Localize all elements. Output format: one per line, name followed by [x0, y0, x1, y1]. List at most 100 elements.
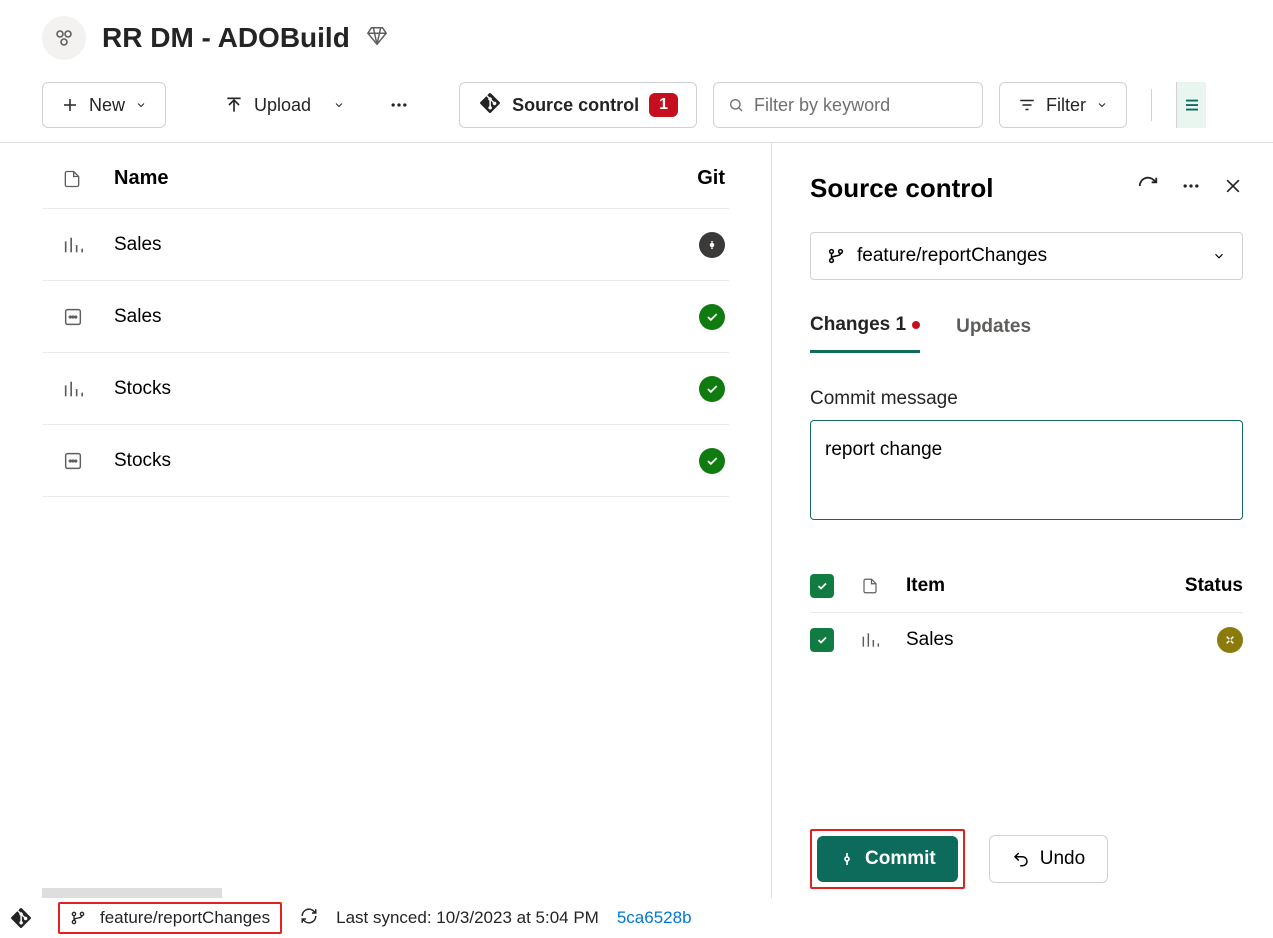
last-synced-text: Last synced: 10/3/2023 at 5:04 PM [336, 908, 599, 928]
grid-icon [42, 450, 114, 472]
filter-icon [1018, 96, 1036, 114]
panel-title: Source control [810, 173, 993, 204]
scrollbar[interactable] [42, 888, 222, 898]
change-row[interactable]: Sales [810, 613, 1243, 667]
new-button-label: New [89, 95, 125, 116]
item-column-header: Item [906, 575, 1151, 597]
source-control-badge: 1 [649, 93, 678, 117]
status-bar: feature/reportChanges Last synced: 10/3/… [0, 898, 1273, 938]
git-status-conflict-icon [699, 232, 725, 258]
chart-icon [42, 378, 114, 400]
change-status-modified-icon [1217, 627, 1243, 653]
item-name: Sales [114, 234, 669, 256]
column-git-header[interactable]: Git [669, 167, 729, 190]
column-name-header[interactable]: Name [114, 167, 669, 190]
statusbar-branch-highlight[interactable]: feature/reportChanges [58, 902, 282, 934]
changes-indicator-icon [912, 321, 920, 329]
list-row[interactable]: Stocks [42, 353, 729, 425]
commit-button-highlight: Commit [810, 829, 965, 889]
refresh-icon [1137, 175, 1159, 197]
chevron-down-icon [333, 99, 345, 111]
panel-more-button[interactable] [1181, 176, 1201, 201]
commit-hash-link[interactable]: 5ca6528b [617, 908, 692, 928]
panel-footer: Commit Undo [810, 829, 1243, 901]
chevron-down-icon [1096, 99, 1108, 111]
page-title: RR DM - ADOBuild [102, 22, 350, 54]
sync-icon[interactable] [300, 907, 318, 930]
refresh-button[interactable] [1137, 175, 1159, 202]
chevron-down-icon [1212, 249, 1226, 263]
tab-updates[interactable]: Updates [956, 314, 1031, 353]
branch-name: feature/reportChanges [857, 245, 1047, 267]
filter-button[interactable]: Filter [999, 82, 1127, 128]
more-button[interactable] [379, 82, 419, 128]
undo-icon [1012, 850, 1030, 868]
chart-icon [42, 234, 114, 256]
tab-changes[interactable]: Changes 1 [810, 314, 920, 353]
source-control-panel: Source control feature/reportChanges Cha… [771, 143, 1273, 921]
list-row[interactable]: Sales [42, 209, 729, 281]
select-all-checkbox[interactable] [810, 574, 834, 598]
git-status-ok-icon [699, 448, 725, 474]
list-row[interactable]: Sales [42, 281, 729, 353]
keyword-filter-input[interactable] [713, 82, 983, 128]
item-name: Sales [114, 306, 669, 328]
main-area: Name Git Sales Sales Stocks [0, 143, 1273, 921]
hamburger-icon [1183, 96, 1201, 114]
workspace-icon [42, 16, 86, 60]
close-button[interactable] [1223, 176, 1243, 201]
tab-changes-label: Changes 1 [810, 314, 906, 336]
undo-button-label: Undo [1040, 848, 1085, 870]
upload-button[interactable]: Upload [206, 82, 363, 128]
source-control-label: Source control [512, 95, 639, 116]
changes-header-row: Item Status [810, 560, 1243, 613]
file-icon [42, 168, 114, 190]
chart-icon [856, 630, 884, 650]
panel-tabs: Changes 1 Updates [810, 314, 1243, 354]
check-icon [816, 580, 828, 592]
upload-button-label: Upload [254, 95, 311, 116]
grid-icon [42, 306, 114, 328]
tab-updates-label: Updates [956, 316, 1031, 338]
diamond-icon [366, 25, 388, 52]
change-item-name: Sales [906, 629, 1151, 651]
item-name: Stocks [114, 450, 669, 472]
search-icon [728, 96, 744, 114]
file-icon [856, 576, 884, 596]
plus-icon [61, 96, 79, 114]
changes-table: Item Status Sales [810, 560, 1243, 667]
branch-icon [827, 247, 845, 265]
commit-message-label: Commit message [810, 388, 1243, 410]
statusbar-branch-name: feature/reportChanges [100, 908, 270, 928]
list-row[interactable]: Stocks [42, 425, 729, 497]
more-icon [389, 95, 409, 115]
chevron-down-icon [135, 99, 147, 111]
item-name: Stocks [114, 378, 669, 400]
toolbar: New Upload Source control 1 Filter [0, 68, 1273, 143]
git-status-ok-icon [699, 304, 725, 330]
commit-message-input[interactable] [810, 420, 1243, 520]
git-status-ok-icon [699, 376, 725, 402]
keyword-input[interactable] [754, 95, 968, 116]
list-header: Name Git [42, 143, 729, 209]
git-icon [2, 899, 40, 937]
toolbar-divider [1151, 89, 1152, 121]
commit-button[interactable]: Commit [817, 836, 958, 882]
undo-button[interactable]: Undo [989, 835, 1108, 883]
status-column-header: Status [1173, 575, 1243, 597]
panel-toggle-button[interactable] [1176, 82, 1206, 128]
upload-icon [224, 95, 244, 115]
source-control-button[interactable]: Source control 1 [459, 82, 697, 128]
new-button[interactable]: New [42, 82, 166, 128]
commit-button-label: Commit [865, 848, 936, 870]
check-icon [816, 634, 828, 646]
branch-icon [70, 910, 86, 926]
more-icon [1181, 176, 1201, 196]
file-list: Name Git Sales Sales Stocks [0, 143, 771, 921]
change-checkbox[interactable] [810, 628, 834, 652]
git-icon [478, 91, 502, 120]
branch-selector[interactable]: feature/reportChanges [810, 232, 1243, 280]
close-icon [1223, 176, 1243, 196]
header: RR DM - ADOBuild [0, 0, 1273, 68]
commit-icon [839, 851, 855, 867]
